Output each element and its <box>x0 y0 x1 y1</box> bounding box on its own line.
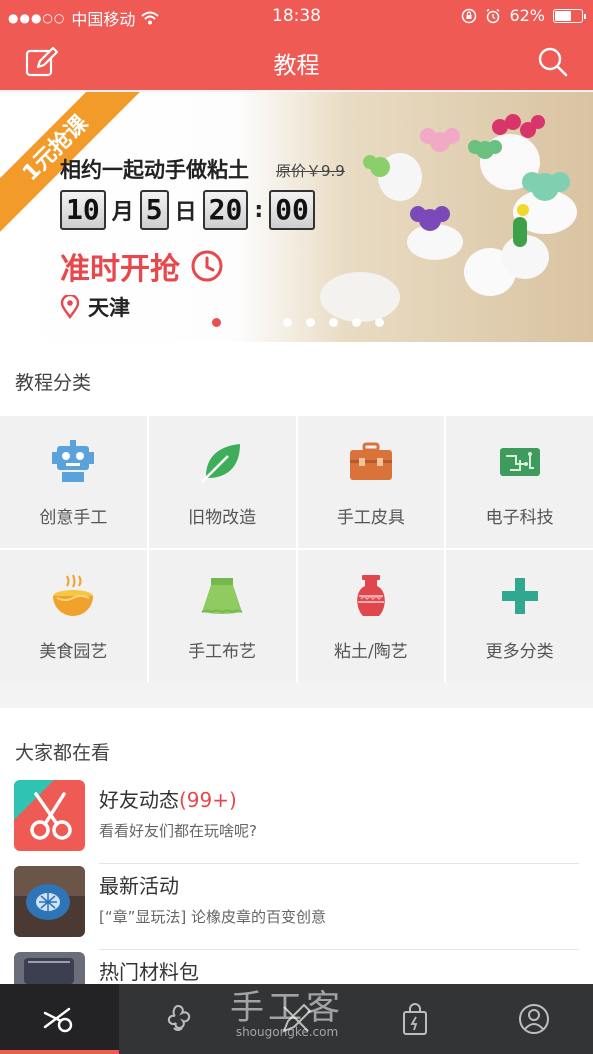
scissors-icon <box>14 780 85 851</box>
minute-digits: 00 <box>269 190 315 230</box>
scissors-icon <box>44 1007 73 1033</box>
banner-original-price: 原价￥9.9 <box>276 160 345 181</box>
succulent-pots-image <box>320 114 577 322</box>
category-electronics[interactable]: 电子科技 <box>446 416 593 548</box>
city-name: 天津 <box>88 296 130 320</box>
category-label: 电子科技 <box>485 507 554 528</box>
category-section-title: 教程分类 <box>15 372 92 394</box>
promo-banner[interactable]: 1元抢课 相约一起动手做粘土 原价￥9.9 10 月 5 日 20 : 00 准… <box>0 92 593 342</box>
pager-dot[interactable] <box>352 318 361 327</box>
banner-location: 天津 <box>60 292 130 322</box>
category-upcycle[interactable]: 旧物改造 <box>148 416 296 548</box>
battery-fill <box>555 10 571 21</box>
leaf-icon <box>197 437 247 487</box>
robot-icon <box>48 437 98 487</box>
category-label: 旧物改造 <box>188 507 257 528</box>
noodle-bowl-icon <box>48 571 98 621</box>
user-icon <box>518 1004 549 1034</box>
category-label: 美食园艺 <box>39 641 108 662</box>
status-bar: ●●●○○ 中国移动 18:38 62% <box>0 0 593 32</box>
friends-count-badge: (99+) <box>179 788 237 812</box>
day-digits: 5 <box>139 190 169 230</box>
feed-section: 大家都在看 好友动态(99+) 看看好友们都在玩啥呢? 最新活动 [“章”显玩法… <box>0 708 593 984</box>
feed-item-subtitle: 看看好友们都在玩啥呢? <box>99 822 257 840</box>
location-pin-icon <box>60 295 80 319</box>
friends-thumbnail <box>14 780 85 851</box>
category-label: 更多分类 <box>485 641 554 662</box>
activity-thumbnail <box>14 866 85 937</box>
pager-dot[interactable] <box>283 318 292 327</box>
time-colon: : <box>254 197 264 223</box>
battery-percent: 62% <box>509 6 545 25</box>
activity-title: 最新活动 <box>99 874 179 898</box>
category-label: 手工布艺 <box>188 641 257 662</box>
shopping-bag-icon <box>403 1003 428 1035</box>
alarm-icon <box>486 8 500 23</box>
search-icon <box>538 47 568 77</box>
month-unit: 月 <box>111 200 134 225</box>
banner-date: 10 月 5 日 20 : 00 <box>60 190 315 230</box>
search-button[interactable] <box>533 42 573 82</box>
divider <box>99 863 579 864</box>
page-title: 教程 <box>273 53 320 79</box>
tab-community[interactable] <box>119 984 238 1054</box>
rubber-stamp-photo-icon <box>14 866 85 937</box>
month-digits: 10 <box>60 190 106 230</box>
briefcase-icon <box>346 437 396 487</box>
orientation-lock-icon <box>462 8 477 23</box>
pager-dot[interactable] <box>306 318 315 327</box>
pager-dot[interactable] <box>329 318 338 327</box>
category-leather[interactable]: 手工皮具 <box>297 416 445 548</box>
category-fabric[interactable]: 手工布艺 <box>148 550 296 682</box>
hour-digits: 20 <box>202 190 249 230</box>
category-grid: 创意手工 旧物改造 手工皮具 电子科技 美食园艺 手工布艺 粘土/陶艺 更多分类 <box>0 416 593 682</box>
plus-icon <box>495 571 545 621</box>
tab-shop[interactable] <box>356 984 475 1054</box>
pager-dot[interactable] <box>375 318 384 327</box>
category-label: 创意手工 <box>39 507 108 528</box>
activity-subtitle: [“章”显玩法] 论橡皮章的百变创意 <box>99 908 327 926</box>
category-creative-craft[interactable]: 创意手工 <box>0 416 147 548</box>
category-label: 手工皮具 <box>336 507 405 528</box>
friends-title-text: 好友动态 <box>99 788 179 812</box>
nav-bar: 教程 <box>0 32 593 90</box>
circuit-board-icon <box>495 437 545 487</box>
battery-icon <box>553 8 586 23</box>
vase-icon <box>346 571 396 621</box>
day-unit: 日 <box>174 200 197 225</box>
banner-pager[interactable] <box>212 318 384 327</box>
feed-item-activity[interactable]: 最新活动 [“章”显玩法] 论橡皮章的百变创意 <box>14 866 579 950</box>
skirt-icon <box>197 571 247 621</box>
pager-dot[interactable] <box>212 318 221 327</box>
tab-create[interactable] <box>237 984 356 1054</box>
material-pack-photo-icon <box>14 952 85 984</box>
category-more[interactable]: 更多分类 <box>446 550 593 682</box>
tab-profile[interactable] <box>474 984 593 1054</box>
status-right: 62% <box>461 6 586 25</box>
category-clay-pottery[interactable]: 粘土/陶艺 <box>297 550 445 682</box>
tab-tutorials[interactable] <box>0 984 119 1054</box>
clock-icon <box>191 250 223 282</box>
banner-cta: 准时开抢 <box>60 244 224 288</box>
divider <box>99 949 579 950</box>
feed-section-title: 大家都在看 <box>15 742 111 764</box>
category-food-garden[interactable]: 美食园艺 <box>0 550 147 682</box>
original-price-text: 原价￥9.9 <box>276 162 345 180</box>
tab-bar <box>0 984 593 1054</box>
materials-title: 热门材料包 <box>99 960 199 984</box>
category-label: 粘土/陶艺 <box>334 641 408 662</box>
feed-item-friends[interactable]: 好友动态(99+) 看看好友们都在玩啥呢? <box>14 780 579 864</box>
feed-item-title: 好友动态(99+) <box>99 784 237 813</box>
flower-icon <box>167 1004 191 1031</box>
pencil-ruler-icon <box>282 1003 312 1033</box>
materials-thumbnail <box>14 952 85 984</box>
cta-text: 准时开抢 <box>60 252 180 287</box>
banner-title: 相约一起动手做粘土 <box>60 158 249 182</box>
